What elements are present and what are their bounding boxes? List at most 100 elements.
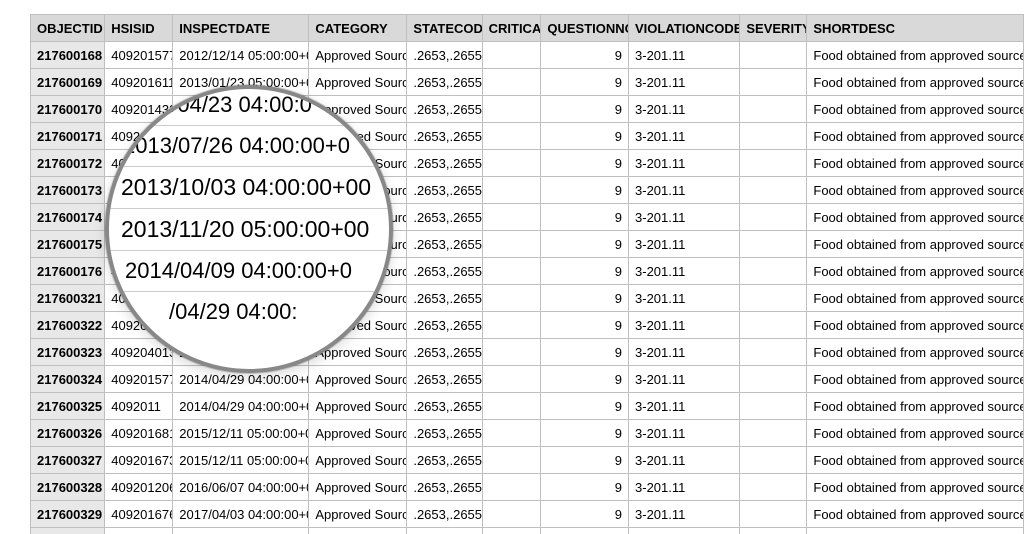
cell-category[interactable]: Approved Source bbox=[309, 393, 407, 420]
cell-hsisid[interactable]: 4092016116 bbox=[105, 69, 173, 96]
cell-violationcode[interactable]: 3-201.11 bbox=[629, 150, 740, 177]
table-row[interactable]: 21760032240920143242014/04/29 04:00:00+0… bbox=[31, 312, 1024, 339]
cell-severity[interactable] bbox=[740, 420, 807, 447]
cell-hsisid[interactable]: 4092015776 bbox=[105, 150, 173, 177]
table-row[interactable]: 21760016940920161162013/01/23 05:00:00+0… bbox=[31, 69, 1024, 96]
table-row[interactable]: 21760017540920401372013/10/03 04:00:00+0… bbox=[31, 231, 1024, 258]
cell-statecode[interactable]: .2653,.2655 bbox=[407, 258, 482, 285]
table-row[interactable]: 21760032640920168132015/12/11 05:00:00+0… bbox=[31, 420, 1024, 447]
cell-severity[interactable] bbox=[740, 474, 807, 501]
cell-severity[interactable] bbox=[740, 204, 807, 231]
cell-severity[interactable] bbox=[740, 393, 807, 420]
cell-objectid[interactable]: 217600170 bbox=[31, 96, 105, 123]
col-inspectdate[interactable]: INSPECTDATE bbox=[173, 15, 309, 42]
cell-severity[interactable] bbox=[740, 285, 807, 312]
cell-severity[interactable] bbox=[740, 528, 807, 534]
cell-hsisid[interactable]: 4092015776 bbox=[105, 42, 173, 69]
cell-violationcode[interactable]: 3-201.11 bbox=[629, 366, 740, 393]
cell-critical[interactable] bbox=[482, 150, 541, 177]
cell-critical[interactable] bbox=[482, 474, 541, 501]
cell-objectid[interactable]: 217600328 bbox=[31, 474, 105, 501]
cell-category[interactable]: Approved Source bbox=[309, 150, 407, 177]
cell-category[interactable]: Approved Source bbox=[309, 528, 407, 534]
table-row[interactable]: 21760016840920157762012/12/14 05:00:00+0… bbox=[31, 42, 1024, 69]
cell-inspectdate[interactable]: 2013/07/26 04:00:00+00 bbox=[173, 177, 309, 204]
cell-violationcode[interactable]: 3-201.11 bbox=[629, 528, 740, 534]
table-row[interactable]: 21760033040923002802017/04/20 04:00:00+0… bbox=[31, 528, 1024, 534]
cell-severity[interactable] bbox=[740, 96, 807, 123]
cell-category[interactable]: Approved Source bbox=[309, 420, 407, 447]
cell-violationcode[interactable]: 3-201.11 bbox=[629, 231, 740, 258]
cell-questionno[interactable]: 9 bbox=[541, 420, 629, 447]
cell-hsisid[interactable]: 4092016767 bbox=[105, 501, 173, 528]
cell-inspectdate[interactable]: 2014/04/29 04:00:00+00 bbox=[173, 312, 309, 339]
col-questionno[interactable]: QUESTIONNO bbox=[541, 15, 629, 42]
cell-objectid[interactable]: 217600322 bbox=[31, 312, 105, 339]
cell-critical[interactable] bbox=[482, 501, 541, 528]
cell-questionno[interactable]: 9 bbox=[541, 285, 629, 312]
table-row[interactable]: 21760032140920161162014/04/09 04:00:00+0… bbox=[31, 285, 1024, 312]
cell-objectid[interactable]: 217600324 bbox=[31, 366, 105, 393]
cell-objectid[interactable]: 217600176 bbox=[31, 258, 105, 285]
cell-hsisid[interactable]: 4092016731 bbox=[105, 447, 173, 474]
cell-shortdesc[interactable]: Food obtained from approved source bbox=[807, 231, 1024, 258]
cell-severity[interactable] bbox=[740, 447, 807, 474]
cell-statecode[interactable]: .2653,.2655 bbox=[407, 204, 482, 231]
cell-hsisid[interactable]: 4092300280 bbox=[105, 528, 173, 534]
cell-severity[interactable] bbox=[740, 339, 807, 366]
cell-statecode[interactable]: .2653,.2655 bbox=[407, 150, 482, 177]
cell-critical[interactable] bbox=[482, 69, 541, 96]
cell-category[interactable]: Approved Source bbox=[309, 312, 407, 339]
cell-objectid[interactable]: 217600321 bbox=[31, 285, 105, 312]
cell-severity[interactable] bbox=[740, 258, 807, 285]
cell-shortdesc[interactable]: Food obtained from approved source bbox=[807, 528, 1024, 534]
cell-shortdesc[interactable]: Food obtained from approved source bbox=[807, 447, 1024, 474]
cell-critical[interactable] bbox=[482, 231, 541, 258]
cell-violationcode[interactable]: 3-201.11 bbox=[629, 420, 740, 447]
cell-inspectdate[interactable]: 2017/04/03 04:00:00+00 bbox=[173, 501, 309, 528]
cell-shortdesc[interactable]: Food obtained from approved source bbox=[807, 420, 1024, 447]
table-row[interactable]: 21760032840920120652016/06/07 04:00:00+0… bbox=[31, 474, 1024, 501]
cell-inspectdate[interactable]: 2014/04/29 04:00:00+00 bbox=[173, 339, 309, 366]
cell-shortdesc[interactable]: Food obtained from approved source bbox=[807, 258, 1024, 285]
cell-critical[interactable] bbox=[482, 366, 541, 393]
cell-severity[interactable] bbox=[740, 366, 807, 393]
cell-shortdesc[interactable]: Food obtained from approved source bbox=[807, 69, 1024, 96]
cell-shortdesc[interactable]: Food obtained from approved source bbox=[807, 177, 1024, 204]
cell-statecode[interactable]: .2653,.2655 bbox=[407, 123, 482, 150]
cell-shortdesc[interactable]: Food obtained from approved source bbox=[807, 96, 1024, 123]
cell-hsisid[interactable]: 4092015776 bbox=[105, 258, 173, 285]
cell-violationcode[interactable]: 3-201.11 bbox=[629, 285, 740, 312]
table-row[interactable]: 21760017440920143242013/10/03 04:00:00+0… bbox=[31, 204, 1024, 231]
cell-statecode[interactable]: .2653,.2655 bbox=[407, 177, 482, 204]
cell-critical[interactable] bbox=[482, 528, 541, 534]
cell-statecode[interactable]: .2653,.2655 bbox=[407, 339, 482, 366]
cell-questionno[interactable]: 9 bbox=[541, 366, 629, 393]
col-hsisid[interactable]: HSISID bbox=[105, 15, 173, 42]
cell-questionno[interactable]: 9 bbox=[541, 177, 629, 204]
cell-violationcode[interactable]: 3-201.11 bbox=[629, 204, 740, 231]
cell-hsisid[interactable]: 4092016813 bbox=[105, 420, 173, 447]
cell-severity[interactable] bbox=[740, 231, 807, 258]
cell-violationcode[interactable]: 3-201.11 bbox=[629, 177, 740, 204]
cell-questionno[interactable]: 9 bbox=[541, 150, 629, 177]
table-row[interactable]: 21760017640920157762013/11/20 05:00:00+0… bbox=[31, 258, 1024, 285]
cell-hsisid[interactable]: 4092040137 bbox=[105, 231, 173, 258]
cell-shortdesc[interactable]: Food obtained from approved source bbox=[807, 312, 1024, 339]
cell-severity[interactable] bbox=[740, 150, 807, 177]
cell-severity[interactable] bbox=[740, 312, 807, 339]
cell-inspectdate[interactable]: 2017/04/20 04:00:00+00 bbox=[173, 528, 309, 534]
cell-questionno[interactable]: 9 bbox=[541, 96, 629, 123]
cell-objectid[interactable]: 217600326 bbox=[31, 420, 105, 447]
cell-critical[interactable] bbox=[482, 312, 541, 339]
cell-objectid[interactable]: 217600174 bbox=[31, 204, 105, 231]
cell-category[interactable]: Approved Source bbox=[309, 123, 407, 150]
cell-objectid[interactable]: 217600172 bbox=[31, 150, 105, 177]
cell-violationcode[interactable]: 3-201.11 bbox=[629, 447, 740, 474]
cell-violationcode[interactable]: 3-201.11 bbox=[629, 42, 740, 69]
cell-inspectdate[interactable]: 2016/06/07 04:00:00+00 bbox=[173, 474, 309, 501]
cell-questionno[interactable]: 9 bbox=[541, 204, 629, 231]
cell-shortdesc[interactable]: Food obtained from approved source bbox=[807, 339, 1024, 366]
cell-severity[interactable] bbox=[740, 69, 807, 96]
cell-shortdesc[interactable]: Food obtained from approved source bbox=[807, 501, 1024, 528]
